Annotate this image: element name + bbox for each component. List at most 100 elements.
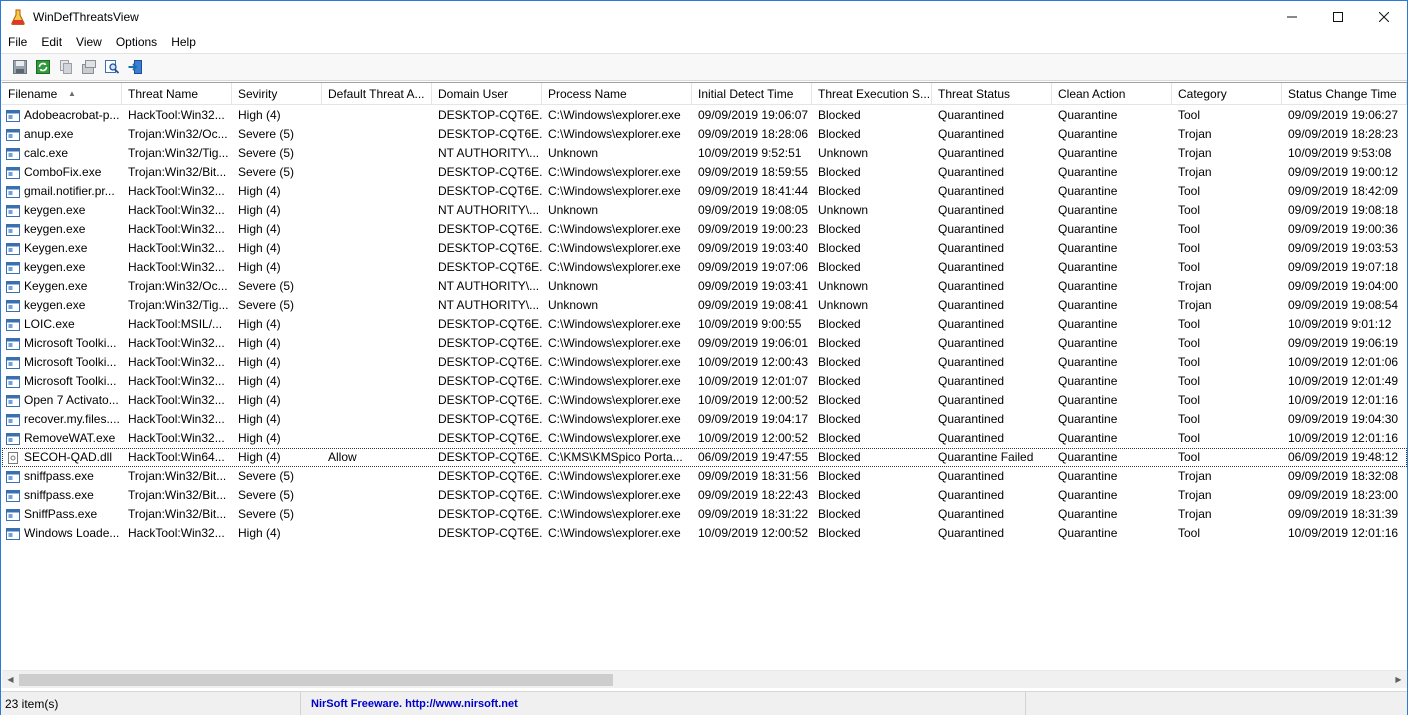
menu-file[interactable]: File (1, 32, 34, 52)
cell-domain-user: NT AUTHORITY\... (438, 279, 540, 293)
cell-threat-status: Quarantined (938, 374, 1005, 388)
scrollbar-thumb[interactable] (19, 674, 613, 686)
column-header-domain-user[interactable]: Domain User (432, 83, 542, 105)
column-header-category[interactable]: Category (1172, 83, 1282, 105)
exe-file-icon (6, 109, 20, 122)
column-header-threat-status[interactable]: Threat Status (932, 83, 1052, 105)
column-header-severity[interactable]: Sevirity (232, 83, 322, 105)
cell-clean-action: Quarantine (1058, 412, 1118, 426)
cell-threat-name: Trojan:Win32/Oc... (128, 127, 228, 141)
table-row[interactable]: calc.exe Trojan:Win32/Tig... Severe (5) NT … (2, 144, 1407, 163)
table-row[interactable]: SECOH-QAD.dll HackTool:Win64... High (4) Al… (2, 448, 1407, 467)
cell-filename: Adobeacrobat-p... (2, 106, 122, 125)
cell-process-name: C:\Windows\explorer.exe (548, 260, 681, 274)
cell-default-threat-action (322, 258, 432, 277)
title-bar[interactable]: WinDefThreatsView (1, 1, 1407, 32)
column-header-clean-action[interactable]: Clean Action (1052, 83, 1172, 105)
table-row[interactable]: Microsoft Toolki... HackTool:Win32... High… (2, 372, 1407, 391)
cell-threat-execution-status: Unknown (818, 298, 869, 312)
cell-default-threat-action (322, 410, 432, 429)
cell-default-threat-action (322, 334, 432, 353)
table-row[interactable]: sniffpass.exe Trojan:Win32/Bit... Severe (… (2, 467, 1407, 486)
cell-threat-status: Quarantined (938, 222, 1005, 236)
column-header-filename[interactable]: Filename ▲ (2, 83, 122, 105)
table-row[interactable]: Adobeacrobat-p... HackTool:Win32... High (… (2, 106, 1407, 125)
table-row[interactable]: Windows Loade... HackTool:Win32... High (4… (2, 524, 1407, 543)
table-row[interactable]: keygen.exe Trojan:Win32/Tig... Severe (5) N… (2, 296, 1407, 315)
table-row[interactable]: recover.my.files.... HackTool:Win32... Hig… (2, 410, 1407, 429)
cell-threat-status: Quarantined (938, 317, 1005, 331)
column-header-process-name[interactable]: Process Name (542, 83, 692, 105)
cell-initial-detect-time: 09/09/2019 18:59:55 (698, 165, 809, 179)
exit-button[interactable] (124, 56, 146, 78)
cell-initial-detect-time: 09/09/2019 19:08:05 (698, 203, 809, 217)
cell-severity: Severe (5) (238, 469, 295, 483)
menu-edit[interactable]: Edit (34, 32, 69, 52)
save-button[interactable] (9, 56, 31, 78)
properties-button[interactable] (78, 56, 100, 78)
close-button[interactable] (1361, 1, 1407, 32)
filename-text: RemoveWAT.exe (24, 431, 116, 445)
exe-file-icon (6, 432, 20, 445)
cell-process-name: C:\Windows\explorer.exe (548, 488, 681, 502)
table-row[interactable]: Open 7 Activato... HackTool:Win32... High … (2, 391, 1407, 410)
table-row[interactable]: Microsoft Toolki... HackTool:Win32... High… (2, 353, 1407, 372)
table-row[interactable]: sniffpass.exe Trojan:Win32/Bit... Severe (… (2, 486, 1407, 505)
table-row[interactable]: RemoveWAT.exe HackTool:Win32... High (4) DE… (2, 429, 1407, 448)
cell-status-change-time: 10/09/2019 9:01:12 (1288, 317, 1392, 331)
cell-filename: Microsoft Toolki... (2, 334, 122, 353)
column-header-status-change-time[interactable]: Status Change Time (1282, 83, 1407, 105)
table-row[interactable]: Microsoft Toolki... HackTool:Win32... High… (2, 334, 1407, 353)
scroll-right-icon[interactable]: ▶ (1390, 671, 1407, 688)
maximize-button[interactable] (1315, 1, 1361, 32)
table-row[interactable]: gmail.notifier.pr... HackTool:Win32... Hig… (2, 182, 1407, 201)
cell-category: Tool (1178, 526, 1201, 540)
cell-clean-action: Quarantine (1058, 317, 1118, 331)
filename-text: keygen.exe (24, 222, 86, 236)
cell-clean-action: Quarantine (1058, 488, 1118, 502)
cell-category: Tool (1178, 374, 1201, 388)
column-header-threat-execution-status[interactable]: Threat Execution S... (812, 83, 932, 105)
refresh-button[interactable] (32, 56, 54, 78)
exe-file-icon (6, 128, 20, 141)
cell-clean-action: Quarantine (1058, 222, 1118, 236)
cell-threat-name: Trojan:Win32/Tig... (128, 146, 229, 160)
table-row[interactable]: anup.exe Trojan:Win32/Oc... Severe (5) DESK… (2, 125, 1407, 144)
cell-status-change-time: 09/09/2019 18:42:09 (1288, 184, 1399, 198)
scroll-left-icon[interactable]: ◀ (2, 671, 19, 688)
cell-status-change-time: 09/09/2019 19:00:36 (1288, 222, 1399, 236)
cell-threat-execution-status: Blocked (818, 184, 861, 198)
column-header-default-threat-action[interactable]: Default Threat A... (322, 83, 432, 105)
cell-threat-execution-status: Blocked (818, 355, 861, 369)
app-window: WinDefThreatsView File Edit View Options… (0, 0, 1408, 715)
minimize-button[interactable] (1269, 1, 1315, 32)
threats-list[interactable]: Filename ▲ Threat Name Sevirity Default … (2, 82, 1407, 689)
menu-help[interactable]: Help (164, 32, 203, 52)
horizontal-scrollbar[interactable]: ◀ ▶ (2, 670, 1407, 688)
cell-initial-detect-time: 10/09/2019 12:00:52 (698, 393, 809, 407)
table-row[interactable]: keygen.exe HackTool:Win32... High (4) DESKT… (2, 258, 1407, 277)
table-row[interactable]: ComboFix.exe Trojan:Win32/Bit... Severe (5… (2, 163, 1407, 182)
nirsoft-link[interactable]: NirSoft Freeware. http://www.nirsoft.net (301, 691, 1026, 715)
column-header-initial-detect-time[interactable]: Initial Detect Time (692, 83, 812, 105)
menu-view[interactable]: View (69, 32, 109, 52)
filename-text: Microsoft Toolki... (24, 355, 117, 369)
cell-filename: gmail.notifier.pr... (2, 182, 122, 201)
menu-options[interactable]: Options (109, 32, 164, 52)
cell-threat-status: Quarantined (938, 127, 1005, 141)
cell-domain-user: DESKTOP-CQT6E... (438, 469, 542, 483)
copy-button[interactable] (55, 56, 77, 78)
find-button[interactable] (101, 56, 123, 78)
filename-text: calc.exe (24, 146, 69, 160)
table-row[interactable]: Keygen.exe HackTool:Win32... High (4) DESKT… (2, 239, 1407, 258)
window-title: WinDefThreatsView (33, 9, 139, 24)
table-row[interactable]: keygen.exe HackTool:Win32... High (4) DESKT… (2, 220, 1407, 239)
cell-threat-execution-status: Unknown (818, 279, 869, 293)
table-row[interactable]: SniffPass.exe Trojan:Win32/Bit... Severe (… (2, 505, 1407, 524)
cell-initial-detect-time: 09/09/2019 19:03:41 (698, 279, 809, 293)
column-header-threat-name[interactable]: Threat Name (122, 83, 232, 105)
table-row[interactable]: LOIC.exe HackTool:MSIL/... High (4) DESKTOP… (2, 315, 1407, 334)
table-row[interactable]: keygen.exe HackTool:Win32... High (4) NT AU… (2, 201, 1407, 220)
exe-file-icon (6, 204, 20, 217)
table-row[interactable]: Keygen.exe Trojan:Win32/Oc... Severe (5) NT… (2, 277, 1407, 296)
